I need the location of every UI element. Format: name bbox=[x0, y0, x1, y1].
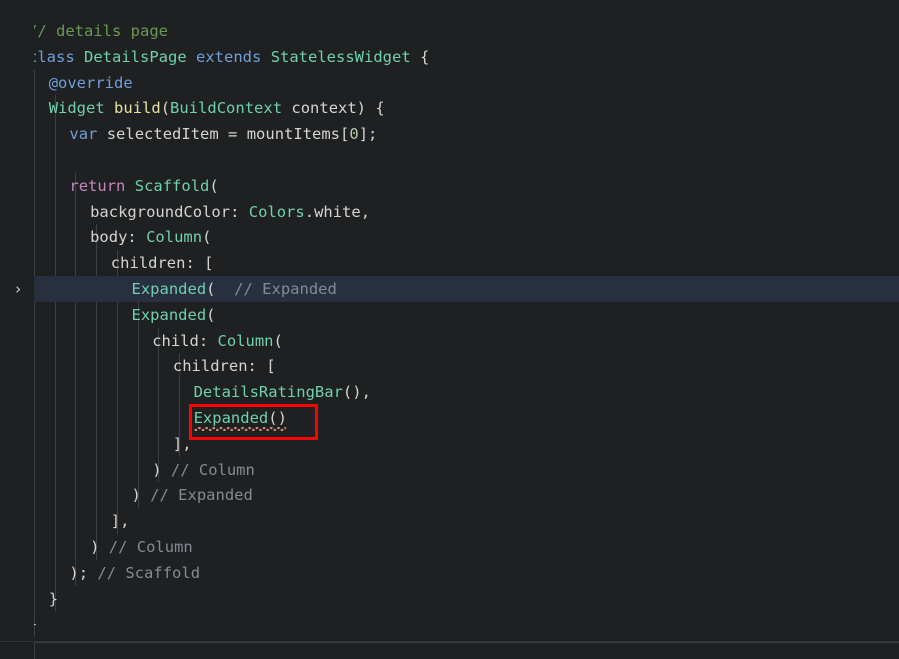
code-token-keyword: class bbox=[28, 47, 75, 66]
code-line[interactable]: var selectedItem = mountItems[0]; bbox=[69, 121, 377, 147]
code-token-hint: // Scaffold bbox=[88, 563, 201, 582]
code-line[interactable]: DetailsRatingBar(), bbox=[194, 379, 371, 405]
code-line[interactable]: ], bbox=[111, 508, 130, 534]
code-token-plain: ]; bbox=[358, 125, 378, 144]
code-token-hint: // Expanded bbox=[215, 280, 337, 298]
code-line[interactable]: return Scaffold( bbox=[69, 173, 218, 199]
code-line[interactable]: children: [ bbox=[173, 353, 276, 379]
code-token-type: Expanded bbox=[193, 409, 269, 427]
code-line[interactable]: ], bbox=[173, 431, 192, 457]
code-line[interactable]: backgroundColor: Colors.white, bbox=[90, 199, 370, 225]
bottom-panel bbox=[0, 642, 899, 659]
code-token-plain: ( bbox=[202, 228, 212, 247]
code-line[interactable]: body: Column( bbox=[90, 224, 211, 250]
code-token-plain: ( bbox=[206, 305, 216, 324]
code-line[interactable]: Expanded( // Expanded bbox=[132, 276, 337, 302]
code-token-plain: child: bbox=[152, 331, 218, 350]
code-token-anno: @override bbox=[48, 73, 133, 92]
code-token-keyword: var bbox=[69, 125, 98, 144]
indent-guide bbox=[34, 69, 35, 638]
code-token-plain: ( bbox=[273, 331, 283, 350]
code-line[interactable]: Expanded( bbox=[132, 302, 216, 328]
code-line[interactable]: child: Column( bbox=[152, 328, 283, 354]
code-token-type: DetailsPage bbox=[84, 47, 187, 66]
code-token-keyword: extends bbox=[196, 47, 262, 66]
code-editor[interactable]: // details page class DetailsPage extends… bbox=[0, 0, 899, 659]
code-line[interactable]: class DetailsPage extends StatelessWidge… bbox=[28, 44, 429, 70]
code-token-control: return bbox=[69, 176, 126, 195]
code-line[interactable]: children: [ bbox=[111, 250, 214, 276]
code-token-plain: .white, bbox=[304, 202, 371, 221]
code-token-type: BuildContext bbox=[170, 99, 283, 118]
code-token-type: Expanded bbox=[131, 280, 207, 298]
code-token-plain: backgroundColor: bbox=[90, 202, 249, 221]
indent-guide bbox=[75, 172, 77, 586]
editor-gutter[interactable]: › bbox=[0, 0, 34, 641]
bottom-panel-edge bbox=[34, 642, 35, 659]
code-line[interactable]: } bbox=[49, 586, 58, 612]
code-token-plain: ( bbox=[160, 99, 171, 118]
error-squiggle bbox=[193, 426, 287, 431]
code-token-plain: selectedItem = mountItems[ bbox=[97, 125, 350, 144]
code-token-plain: (), bbox=[342, 383, 371, 402]
code-line[interactable]: @override bbox=[49, 70, 133, 96]
code-token-plain: body: bbox=[90, 228, 147, 247]
code-token-plain: context) { bbox=[282, 99, 385, 118]
code-token-plain: } bbox=[48, 589, 59, 608]
code-line[interactable]: ) // Column bbox=[90, 534, 193, 560]
code-token-hint: // Column bbox=[161, 460, 255, 479]
code-token-comment: // details page bbox=[28, 22, 168, 40]
code-token-type: Column bbox=[217, 331, 274, 350]
code-token-plain: ) bbox=[131, 486, 141, 505]
code-token-func: build bbox=[114, 99, 161, 118]
code-surface[interactable]: // details page class DetailsPage extends… bbox=[0, 0, 899, 641]
code-line[interactable]: // details page bbox=[28, 18, 168, 44]
code-token-plain: { bbox=[410, 47, 430, 66]
code-line[interactable]: ); // Scaffold bbox=[69, 560, 200, 586]
code-token-plain: ( bbox=[206, 280, 216, 298]
code-token-hint: // Expanded bbox=[140, 486, 253, 505]
code-token-plain: ], bbox=[172, 434, 192, 453]
code-token-type: Scaffold bbox=[134, 176, 210, 195]
code-token-type: Column bbox=[146, 228, 203, 247]
code-token-plain: children: [ bbox=[172, 357, 276, 376]
indent-guide bbox=[54, 95, 56, 612]
code-token-type: Expanded bbox=[131, 305, 207, 324]
code-token-type: DetailsRatingBar bbox=[193, 383, 343, 402]
code-token-plain: () bbox=[268, 409, 287, 427]
code-line[interactable]: ) // Expanded bbox=[132, 482, 253, 508]
code-line[interactable]: Widget build(BuildContext context) { bbox=[49, 95, 385, 121]
code-token-hint: // Column bbox=[99, 538, 193, 556]
indent-guide bbox=[96, 224, 98, 560]
code-fold-chevron-icon[interactable]: › bbox=[11, 280, 25, 298]
code-token-type: StatelessWidget bbox=[270, 47, 411, 66]
code-line[interactable]: ) // Column bbox=[152, 457, 255, 483]
code-token-number: 0 bbox=[349, 125, 359, 144]
code-token-type: Colors bbox=[248, 202, 305, 221]
code-token-plain: ); bbox=[69, 563, 89, 582]
bottom-panel-rule bbox=[34, 642, 899, 643]
code-token-plain: ], bbox=[110, 512, 130, 531]
indent-guide bbox=[137, 301, 139, 509]
code-token-plain: children: [ bbox=[110, 254, 214, 273]
code-token-plain: ) bbox=[152, 460, 162, 479]
code-token-type: Widget bbox=[48, 99, 105, 118]
code-token-plain: ( bbox=[209, 176, 219, 195]
